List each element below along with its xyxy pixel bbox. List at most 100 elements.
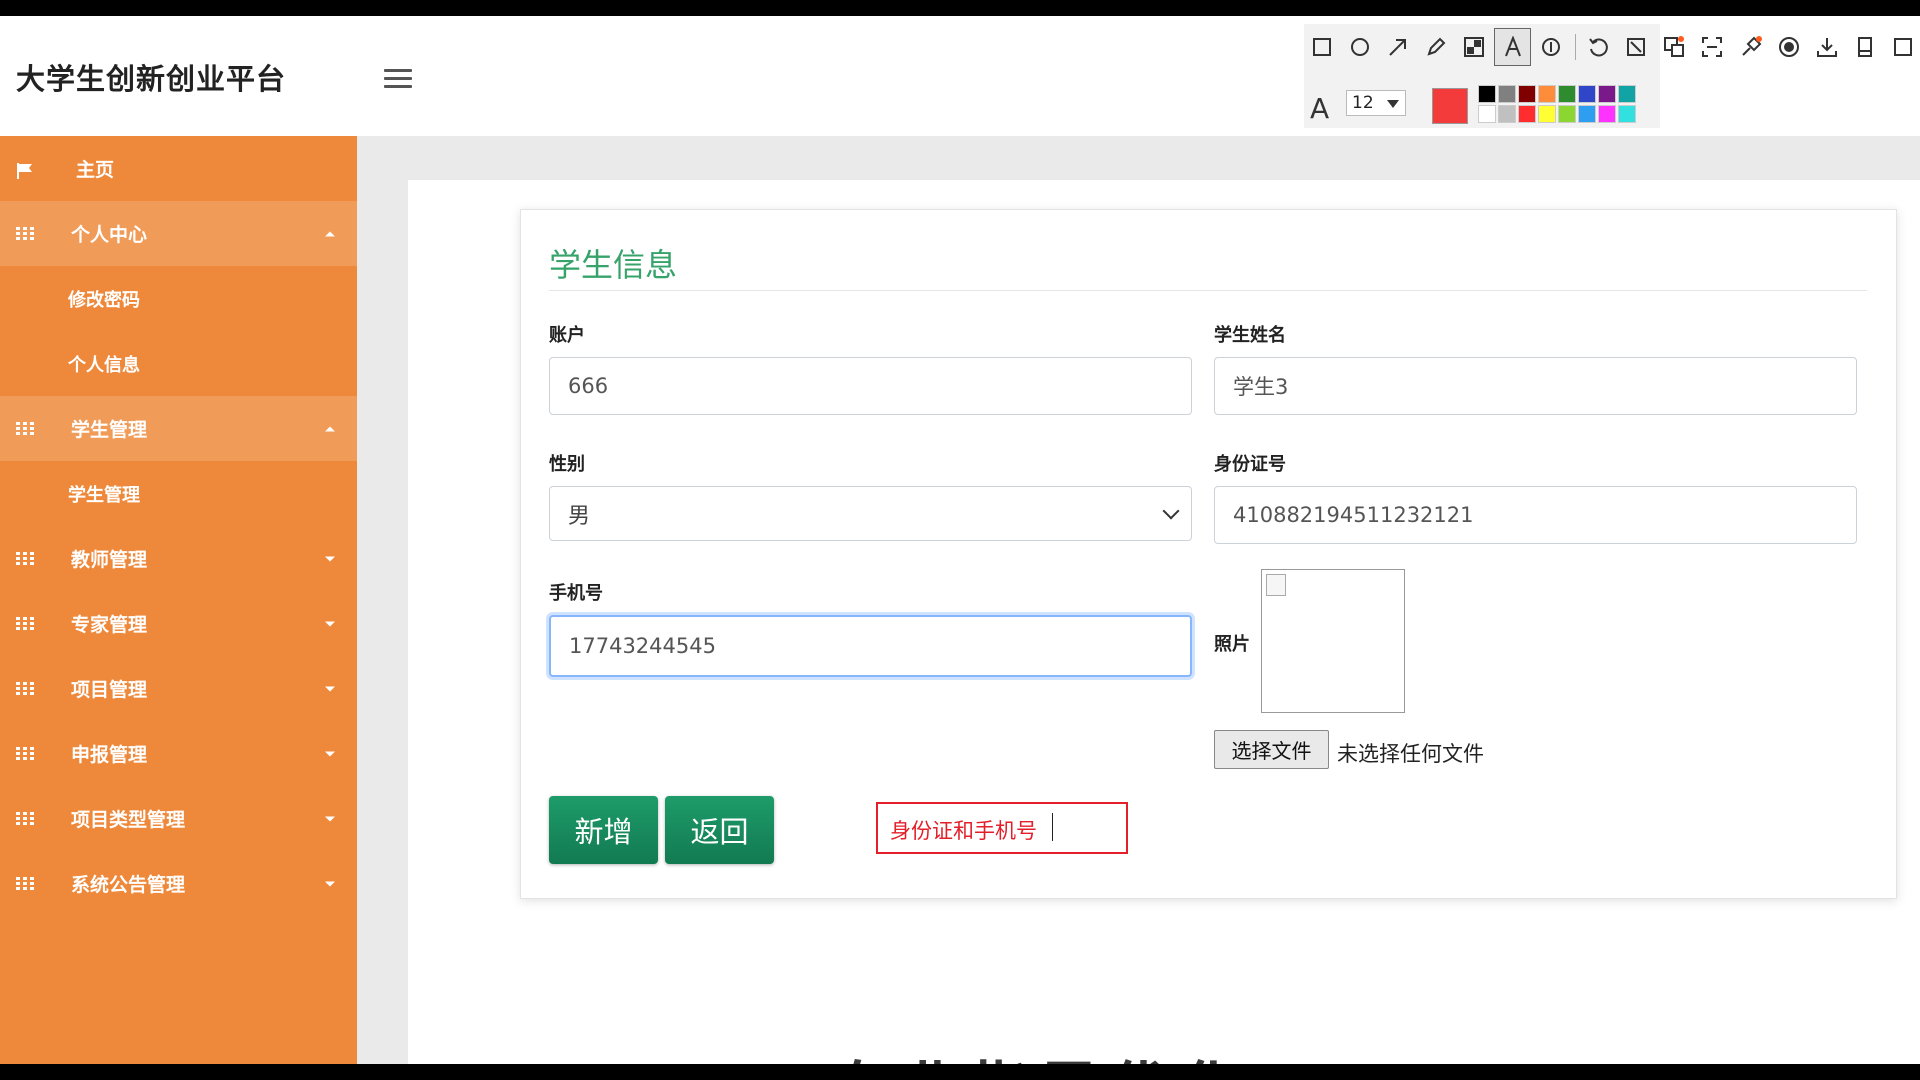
toolbar-separator [1575, 34, 1577, 60]
sidebar-item-declare-mgmt[interactable]: 申报管理 [0, 721, 357, 786]
save-icon[interactable] [1848, 29, 1883, 65]
chevron-down-icon [325, 751, 335, 756]
ellipse-icon[interactable] [1342, 29, 1377, 65]
chevron-down-icon [325, 816, 335, 821]
color-swatch[interactable] [1538, 105, 1556, 123]
chevron-up-icon [325, 426, 335, 431]
account-label: 账户 [549, 325, 585, 346]
more-icon[interactable] [1886, 29, 1920, 65]
color-swatch[interactable] [1498, 105, 1516, 123]
gender-select[interactable]: 男 [549, 486, 1192, 541]
sidebar-item-expert-mgmt[interactable]: 专家管理 [0, 591, 357, 656]
pencil-icon[interactable] [1419, 29, 1454, 65]
color-swatch[interactable] [1518, 105, 1536, 123]
text-cursor [1052, 813, 1053, 841]
broken-image-icon [1266, 574, 1286, 596]
sidebar-item-home[interactable]: 主页 [0, 136, 357, 201]
color-swatch[interactable] [1558, 105, 1576, 123]
sidebar-item-student-mgmt[interactable]: 学生管理 [0, 396, 357, 461]
font-size-value: 12 [1352, 93, 1374, 113]
bottom-letterbox [0, 1064, 1920, 1080]
gender-value: 男 [568, 503, 591, 529]
chevron-down-icon [325, 881, 335, 886]
app-window: 大学生创新创业平台 A 12 主页 个人中心 修改密码 个人信息 学生管理 学生… [0, 16, 1920, 1064]
grid-icon [16, 616, 34, 631]
color-swatch[interactable] [1578, 85, 1596, 103]
sidebar-item-label: 学生管理 [71, 419, 148, 441]
sidebar-item-label: 教师管理 [71, 549, 148, 571]
color-swatch[interactable] [1558, 85, 1576, 103]
number-icon[interactable] [1533, 29, 1568, 65]
chevron-down-icon [1162, 502, 1180, 520]
back-button[interactable]: 返回 [665, 796, 774, 864]
pin-top-icon[interactable] [1733, 29, 1768, 65]
chevron-down-icon [325, 686, 335, 691]
sidebar-item-project-type-mgmt[interactable]: 项目类型管理 [0, 786, 357, 851]
translate-icon[interactable] [1657, 29, 1692, 65]
rectangle-icon[interactable] [1304, 29, 1339, 65]
color-swatch[interactable] [1598, 85, 1616, 103]
sidebar-item-label: 系统公告管理 [71, 874, 186, 896]
record-icon[interactable] [1771, 29, 1806, 65]
student-form-card: 学生信息 账户 学生姓名 性别 男 身份证号 手机号 照片 选择文件 未选择任何… [520, 209, 1897, 899]
hamburger-menu-icon[interactable] [384, 64, 412, 92]
photo-preview [1261, 569, 1405, 713]
name-input[interactable] [1214, 357, 1857, 415]
phone-input[interactable] [549, 615, 1192, 677]
color-swatch[interactable] [1578, 105, 1596, 123]
sidebar-subitem-change-password[interactable]: 修改密码 [0, 266, 357, 331]
color-swatch[interactable] [1618, 85, 1636, 103]
grid-icon [16, 226, 34, 241]
sidebar-item-label: 项目管理 [71, 679, 148, 701]
sidebar-item-label: 个人中心 [71, 224, 148, 246]
divider [549, 290, 1867, 291]
color-swatch[interactable] [1538, 85, 1556, 103]
mosaic-icon[interactable] [1457, 29, 1492, 65]
text-annotation-box[interactable]: 身份证和手机号 [876, 802, 1128, 854]
color-swatch[interactable] [1598, 105, 1616, 123]
sidebar-item-project-mgmt[interactable]: 项目管理 [0, 656, 357, 721]
sidebar-item-personal-center[interactable]: 个人中心 [0, 201, 357, 266]
font-size-select[interactable]: 12 [1346, 90, 1406, 116]
chevron-down-icon [1387, 100, 1399, 108]
color-swatch[interactable] [1618, 105, 1636, 123]
choose-file-button[interactable]: 选择文件 [1214, 730, 1329, 769]
flag-icon [16, 162, 34, 179]
chevron-down-icon [325, 556, 335, 561]
color-swatch[interactable] [1518, 85, 1536, 103]
add-button[interactable]: 新增 [549, 796, 658, 864]
chevron-up-icon [325, 231, 335, 236]
account-input[interactable] [549, 357, 1192, 415]
screenshot-toolbar: A 12 [1304, 24, 1913, 128]
sidebar-subitem-personal-info[interactable]: 个人信息 [0, 331, 357, 396]
sidebar-item-teacher-mgmt[interactable]: 教师管理 [0, 526, 357, 591]
name-label: 学生姓名 [1214, 325, 1286, 346]
undo-icon[interactable] [1580, 29, 1615, 65]
download-icon[interactable] [1809, 29, 1844, 65]
color-swatch[interactable] [1478, 105, 1496, 123]
color-swatch[interactable] [1498, 85, 1516, 103]
file-status: 未选择任何文件 [1337, 742, 1484, 766]
pin-icon[interactable] [1618, 29, 1653, 65]
grid-icon [16, 551, 34, 566]
chevron-down-icon [325, 621, 335, 626]
sidebar-item-notice-mgmt[interactable]: 系统公告管理 [0, 851, 357, 916]
sidebar-item-label: 主页 [76, 159, 115, 181]
grid-icon [16, 876, 34, 891]
grid-icon [16, 811, 34, 826]
color-palette [1478, 85, 1656, 125]
idcard-label: 身份证号 [1214, 454, 1286, 475]
video-caption-overlay: 专业指导优化 [830, 1042, 1250, 1064]
sidebar-item-label: 专家管理 [71, 614, 148, 636]
current-color-swatch[interactable] [1432, 88, 1468, 124]
text-icon[interactable] [1493, 28, 1532, 66]
idcard-input[interactable] [1214, 486, 1857, 544]
arrow-icon[interactable] [1380, 29, 1415, 65]
sidebar-subitem-student-mgmt[interactable]: 学生管理 [0, 461, 357, 526]
grid-icon [16, 681, 34, 696]
sidebar-item-label: 申报管理 [71, 744, 148, 766]
page-title: 学生信息 [549, 246, 678, 284]
color-swatch[interactable] [1478, 85, 1496, 103]
screenshot-tool-row [1304, 24, 1920, 70]
ocr-icon[interactable] [1695, 29, 1730, 65]
